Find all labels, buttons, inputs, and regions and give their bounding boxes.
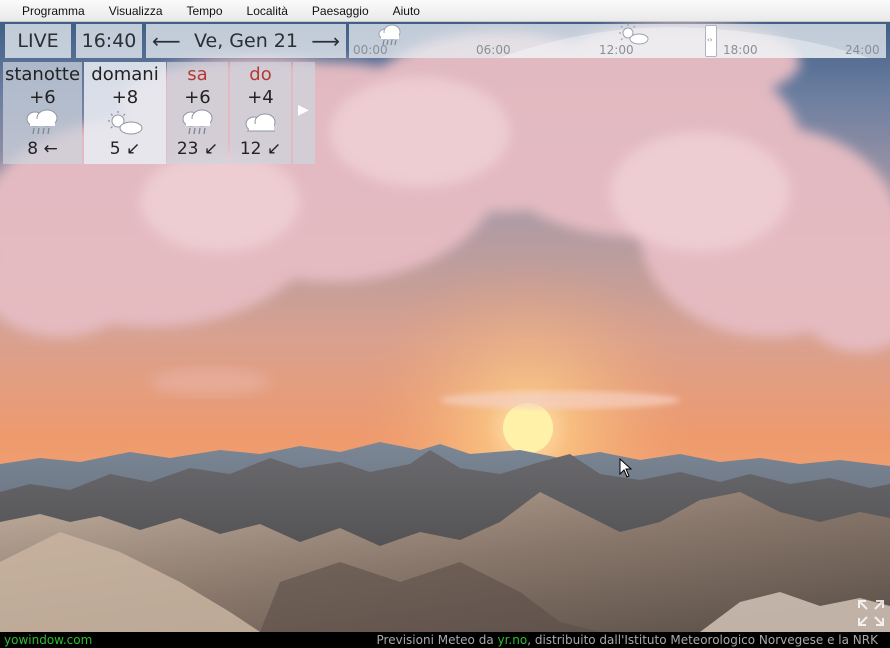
- play-arrow-icon: ▶: [298, 102, 309, 118]
- menu-programma[interactable]: Programma: [10, 1, 97, 21]
- forecast-day-tonight[interactable]: stanotte +6 8 ←: [3, 62, 82, 164]
- menu-visualizza[interactable]: Visualizza: [97, 1, 175, 21]
- menu-localita[interactable]: Località: [235, 1, 300, 21]
- status-bar: yowindow.com Previsioni Meteo da yr.no, …: [0, 632, 890, 648]
- forecast-day-label: domani: [91, 64, 159, 85]
- credit-suffix: , distribuito dall'Istituto Meteorologic…: [527, 633, 878, 647]
- sun: [503, 403, 553, 453]
- mouse-pointer-icon: [619, 458, 633, 478]
- rain-cloud-icon: [26, 109, 58, 135]
- sun-cloud-icon: [108, 111, 143, 135]
- forecast-day-saturday[interactable]: sa +6 23 ↙: [167, 62, 228, 164]
- forecast-wind: 5 ↙: [109, 139, 141, 159]
- live-button[interactable]: LIVE: [5, 24, 71, 58]
- forecast-wind: 8 ←: [27, 139, 58, 159]
- forecast-wind: 23 ↙: [176, 139, 219, 159]
- rain-cloud-icon: [182, 109, 213, 135]
- day-timeline[interactable]: 00:00 06:00 12:00 18:00 24:00 ‹›: [349, 24, 886, 58]
- tick-0600: 06:00: [476, 43, 511, 57]
- forecast-day-label: stanotte: [4, 64, 81, 85]
- forecast-day-label: sa: [187, 64, 208, 85]
- tick-1200: 12:00: [599, 43, 634, 57]
- forecast-temp: +4: [247, 87, 274, 108]
- forecast-wind: 12 ↙: [239, 139, 282, 159]
- forecast-next-button[interactable]: ▶: [293, 62, 315, 164]
- menu-tempo[interactable]: Tempo: [175, 1, 235, 21]
- tick-1800: 18:00: [723, 43, 758, 57]
- date-navigator: ⟵ Ve, Gen 21 ⟶: [146, 24, 346, 58]
- source-link[interactable]: yr.no: [498, 633, 528, 647]
- credit-prefix: Previsioni Meteo da: [376, 633, 498, 647]
- tick-0000: 00:00: [353, 43, 388, 57]
- menu-paesaggio[interactable]: Paesaggio: [300, 1, 381, 21]
- forecast-day-tomorrow[interactable]: domani +8 5 ↙: [84, 62, 166, 164]
- menu-bar: Programma Visualizza Tempo Località Paes…: [0, 0, 890, 22]
- time-slider-handle[interactable]: ‹›: [705, 25, 717, 57]
- current-time: 16:40: [76, 24, 142, 58]
- forecast-temp: +6: [184, 87, 211, 108]
- credit-text: Previsioni Meteo da yr.no, distribuito d…: [377, 632, 878, 648]
- time-label: 16:40: [81, 30, 137, 52]
- tick-2400: 24:00: [845, 43, 880, 57]
- cloud-icon: [245, 113, 276, 132]
- forecast-day-sunday[interactable]: do +4 12 ↙: [230, 62, 291, 164]
- forecast-temp: +6: [29, 87, 56, 108]
- forecast-temp: +8: [111, 87, 139, 108]
- live-label: LIVE: [17, 30, 59, 52]
- brand-link[interactable]: yowindow.com: [4, 632, 92, 648]
- forecast-day-label: do: [249, 64, 272, 85]
- menu-aiuto[interactable]: Aiuto: [381, 1, 432, 21]
- next-day-arrow-icon[interactable]: ⟶: [311, 29, 340, 53]
- fullscreen-icon[interactable]: [856, 598, 886, 628]
